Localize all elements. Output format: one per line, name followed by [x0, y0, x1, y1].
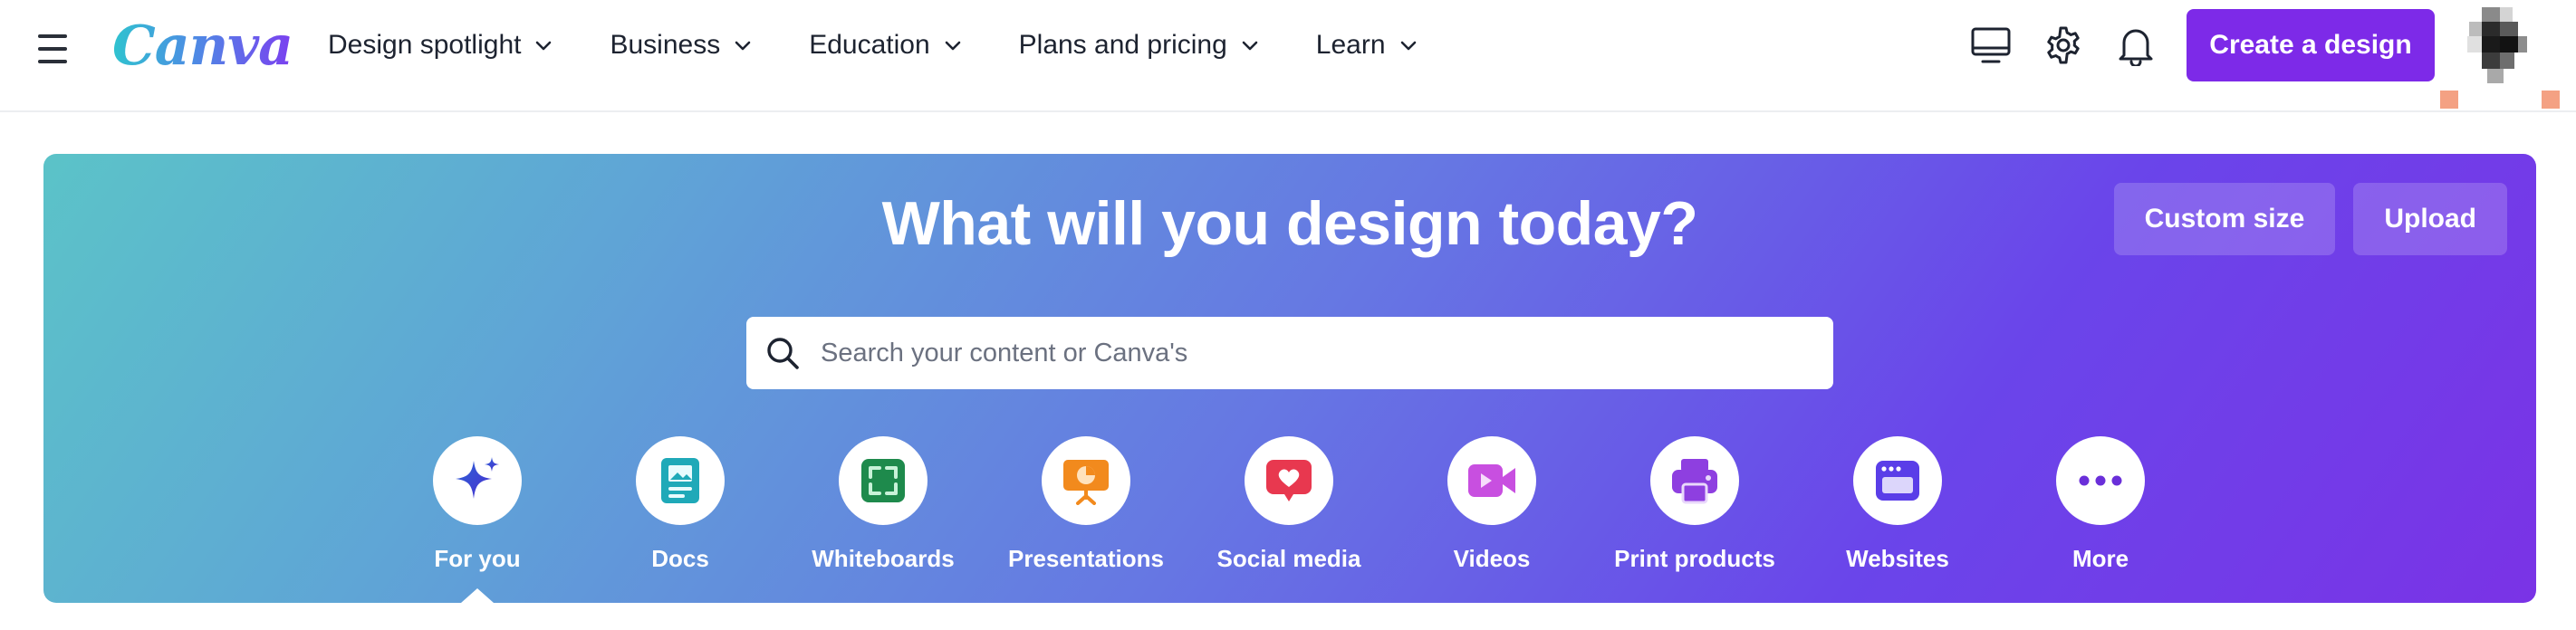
- status-dot: [2440, 91, 2458, 109]
- category-label: Presentations: [1008, 545, 1164, 572]
- search-input[interactable]: [819, 325, 1833, 381]
- category-videos[interactable]: Videos: [1390, 436, 1593, 573]
- hero-actions: Custom size Upload: [2113, 183, 2507, 255]
- nav-design-spotlight[interactable]: Design spotlight: [328, 14, 553, 77]
- doc-icon: [661, 458, 699, 503]
- main-nav: Design spotlight Business Education Plan…: [328, 0, 1475, 91]
- category-icon-circle: [839, 436, 928, 525]
- heart-chat-icon: [1266, 460, 1312, 501]
- nav-learn[interactable]: Learn: [1316, 14, 1418, 77]
- category-print-products[interactable]: Print products: [1593, 436, 1796, 573]
- nav-plans-and-pricing[interactable]: Plans and pricing: [1019, 14, 1260, 77]
- category-icon-circle: [1853, 436, 1942, 525]
- canva-logo[interactable]: Canva: [112, 5, 293, 87]
- desktop-icon[interactable]: [1966, 20, 2016, 71]
- whiteboard-icon: [861, 459, 905, 502]
- design-categories: For you Docs Whiteboards Presentations S…: [43, 436, 2536, 603]
- category-icon-circle: [1245, 436, 1333, 525]
- nav-label: Design spotlight: [328, 30, 522, 60]
- category-label: Videos: [1453, 545, 1531, 572]
- category-label: For you: [434, 545, 521, 572]
- more-icon: [2079, 475, 2122, 486]
- custom-size-button[interactable]: Custom size: [2113, 183, 2336, 255]
- category-label: Whiteboards: [812, 545, 955, 572]
- gear-icon[interactable]: [2038, 20, 2089, 71]
- selected-tab-indicator: [461, 588, 494, 603]
- printer-icon: [1672, 459, 1717, 504]
- category-icon-circle: [636, 436, 725, 525]
- category-icon-circle: [1042, 436, 1130, 525]
- presentation-icon: [1063, 460, 1109, 505]
- category-more[interactable]: More: [1999, 436, 2202, 573]
- nav-label: Education: [809, 30, 930, 60]
- chevron-down-icon: [533, 35, 553, 55]
- video-icon: [1468, 464, 1515, 497]
- search-icon: [763, 333, 803, 373]
- chevron-down-icon: [1399, 35, 1418, 55]
- chevron-down-icon: [943, 35, 963, 55]
- design-hero-banner: What will you design today? Custom size …: [43, 154, 2536, 603]
- create-design-button[interactable]: Create a design: [2187, 9, 2435, 81]
- chevron-down-icon: [733, 35, 753, 55]
- category-label: More: [2071, 545, 2129, 572]
- upload-button[interactable]: Upload: [2353, 183, 2507, 255]
- top-navigation-bar: Canva Design spotlight Business Educatio…: [0, 0, 2576, 112]
- bell-icon[interactable]: [2110, 20, 2161, 71]
- nav-label: Plans and pricing: [1018, 30, 1227, 60]
- category-icon-circle: [1650, 436, 1739, 525]
- category-whiteboards[interactable]: Whiteboards: [782, 436, 985, 573]
- website-icon: [1876, 461, 1919, 501]
- category-label: Social media: [1216, 545, 1361, 572]
- category-label: Docs: [651, 545, 709, 572]
- category-icon-circle: [2056, 436, 2145, 525]
- menu-icon[interactable]: [34, 31, 71, 67]
- category-label: Print products: [1614, 545, 1775, 572]
- search-bar[interactable]: [746, 317, 1833, 389]
- nav-label: Learn: [1315, 30, 1386, 60]
- category-label: Websites: [1846, 545, 1949, 572]
- avatar[interactable]: [2467, 7, 2527, 83]
- category-for-you[interactable]: For you: [376, 436, 579, 573]
- nav-business[interactable]: Business: [610, 14, 753, 77]
- category-icon-circle: [1447, 436, 1536, 525]
- category-websites[interactable]: Websites: [1796, 436, 1999, 573]
- nav-education[interactable]: Education: [809, 14, 962, 77]
- chevron-down-icon: [1240, 35, 1260, 55]
- category-docs[interactable]: Docs: [579, 436, 782, 573]
- sparkle-icon: [456, 457, 499, 499]
- status-dot: [2542, 91, 2560, 109]
- category-presentations[interactable]: Presentations: [985, 436, 1187, 573]
- category-social-media[interactable]: Social media: [1187, 436, 1390, 573]
- nav-label: Business: [610, 30, 721, 60]
- category-icon-circle: [433, 436, 522, 525]
